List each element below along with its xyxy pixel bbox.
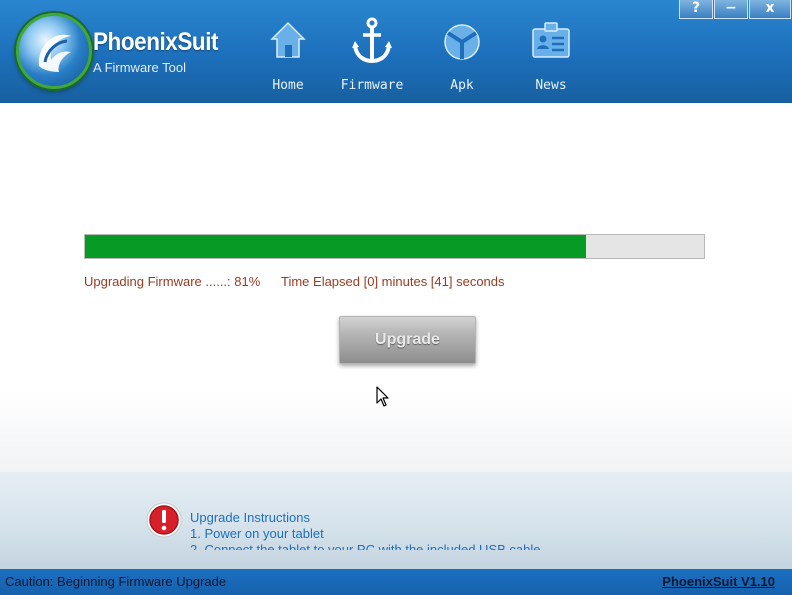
version-link[interactable]: PhoenixSuit V1.10 xyxy=(662,574,775,589)
close-button[interactable]: x xyxy=(749,0,791,19)
nav-firmware-label: Firmware xyxy=(340,78,404,93)
news-icon xyxy=(532,22,570,58)
upgrade-button[interactable]: Upgrade xyxy=(339,316,476,364)
nav-home[interactable]: Home xyxy=(243,15,333,100)
progress-bar-fill xyxy=(85,235,587,258)
home-icon xyxy=(270,21,306,58)
app-subtitle: A Firmware Tool xyxy=(93,60,186,75)
nav-apk-label: Apk xyxy=(450,78,474,93)
status-message: Caution: Beginning Firmware Upgrade xyxy=(5,574,227,589)
nav-news-label: News xyxy=(535,78,567,93)
nav-apk[interactable]: Apk xyxy=(417,15,507,100)
nav-news[interactable]: News xyxy=(506,15,596,100)
apk-icon xyxy=(444,24,480,60)
anchor-icon xyxy=(352,17,392,64)
minimize-button[interactable]: − xyxy=(714,0,748,19)
mouse-cursor-icon xyxy=(376,386,389,407)
nav-firmware[interactable]: Firmware xyxy=(327,15,417,100)
instruction-line: 1. Power on your tablet xyxy=(190,526,324,541)
warning-icon xyxy=(146,502,182,538)
instructions-text: Upgrade Instructions 1. Power on your ta… xyxy=(190,510,750,550)
instructions-title: Upgrade Instructions xyxy=(190,510,310,525)
progress-bar xyxy=(84,234,705,259)
time-elapsed-label: Time Elapsed [0] minutes [41] seconds xyxy=(281,274,505,289)
help-button[interactable]: ? xyxy=(679,0,713,19)
phoenix-logo-icon xyxy=(16,13,92,89)
instruction-line: 2. Connect the tablet to your PC with th… xyxy=(190,542,541,550)
progress-label: Upgrading Firmware ......: 81% xyxy=(84,274,261,289)
app-title: PhoenixSuit xyxy=(93,28,219,56)
nav-home-label: Home xyxy=(272,78,304,93)
